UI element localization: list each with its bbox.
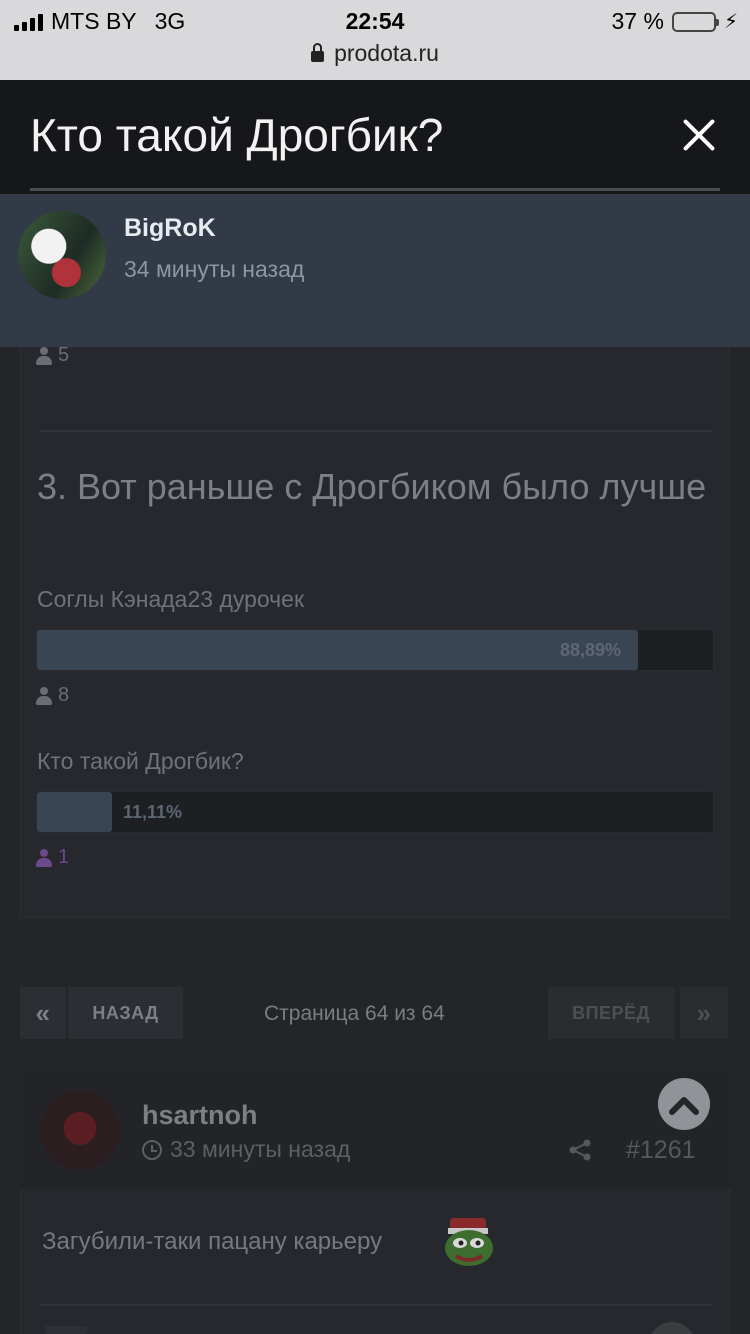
previous-option-voters[interactable]: 5 <box>36 344 69 367</box>
divider <box>40 1304 712 1306</box>
pepe-emoji-icon <box>445 1218 493 1266</box>
status-bar: MTS BY 3G 22:54 37 % ⚡ prodota.ru <box>0 0 750 80</box>
chevron-up-icon <box>669 1097 699 1115</box>
divider <box>40 430 712 432</box>
next-page-button[interactable]: ВПЕРЁД <box>548 987 674 1039</box>
post-time-text: 33 минуты назад <box>170 1136 351 1162</box>
poll-option-percent: 88,89% <box>559 640 621 660</box>
poll-bar-fill <box>37 630 638 670</box>
poll-option-voters[interactable]: 1 <box>36 846 69 869</box>
user-icon <box>36 346 52 365</box>
poll-option-percent: 11,11% <box>123 802 183 822</box>
voter-time: 34 минуты назад <box>124 256 305 282</box>
charging-icon: ⚡ <box>723 11 738 33</box>
voters-count: 8 <box>58 684 70 706</box>
lock-icon <box>311 43 325 62</box>
close-icon[interactable] <box>674 110 724 160</box>
user-icon <box>36 848 52 867</box>
prev-page-button[interactable]: НАЗАД <box>68 987 183 1039</box>
voter-name[interactable]: BigRoK <box>124 214 216 243</box>
poll-option-label: Кто такой Дрогбик? <box>37 748 244 774</box>
scroll-to-top-button[interactable] <box>658 1078 710 1130</box>
post-number[interactable]: #1261 <box>626 1136 696 1165</box>
next-post-preview <box>44 1326 88 1334</box>
avatar[interactable] <box>18 211 106 299</box>
poll-question: 3. Вот раньше с Дрогбиком было лучше <box>37 466 707 507</box>
poll-option-bar: 11,11% <box>36 791 714 833</box>
address-bar[interactable]: prodota.ru <box>0 40 750 67</box>
last-page-button[interactable]: » <box>680 987 728 1039</box>
post-text: Загубили-таки пацану карьеру <box>42 1228 383 1255</box>
page-indicator: Страница 64 из 64 <box>264 1002 445 1025</box>
modal-title: Кто такой Дрогбик? <box>30 109 444 161</box>
battery-icon <box>671 11 719 32</box>
battery-percent: 37 % <box>611 8 664 34</box>
voter-list-item[interactable]: BigRoK 34 минуты назад <box>0 194 750 347</box>
url-text: prodota.ru <box>334 40 439 66</box>
poll-option-label: Соглы Кэнада23 дурочек <box>37 586 305 612</box>
poll-option-voters[interactable]: 8 <box>36 684 69 707</box>
post-author[interactable]: hsartnoh <box>142 1100 258 1131</box>
avatar[interactable] <box>40 1090 120 1170</box>
post-time: 33 минуты назад <box>142 1136 350 1163</box>
voters-count: 5 <box>58 344 70 366</box>
clock-icon <box>142 1139 162 1160</box>
divider <box>30 188 720 191</box>
modal-header: Кто такой Дрогбик? <box>0 80 750 194</box>
post-header <box>20 1070 730 1188</box>
voters-count: 1 <box>58 846 70 868</box>
poll-bar-fill <box>37 792 113 832</box>
share-icon[interactable] <box>568 1138 592 1162</box>
user-icon <box>36 686 52 705</box>
battery-info: 37 % ⚡ <box>612 8 738 35</box>
first-page-button[interactable]: « <box>20 987 66 1039</box>
poll-option-bar: 88,89% <box>36 629 714 671</box>
